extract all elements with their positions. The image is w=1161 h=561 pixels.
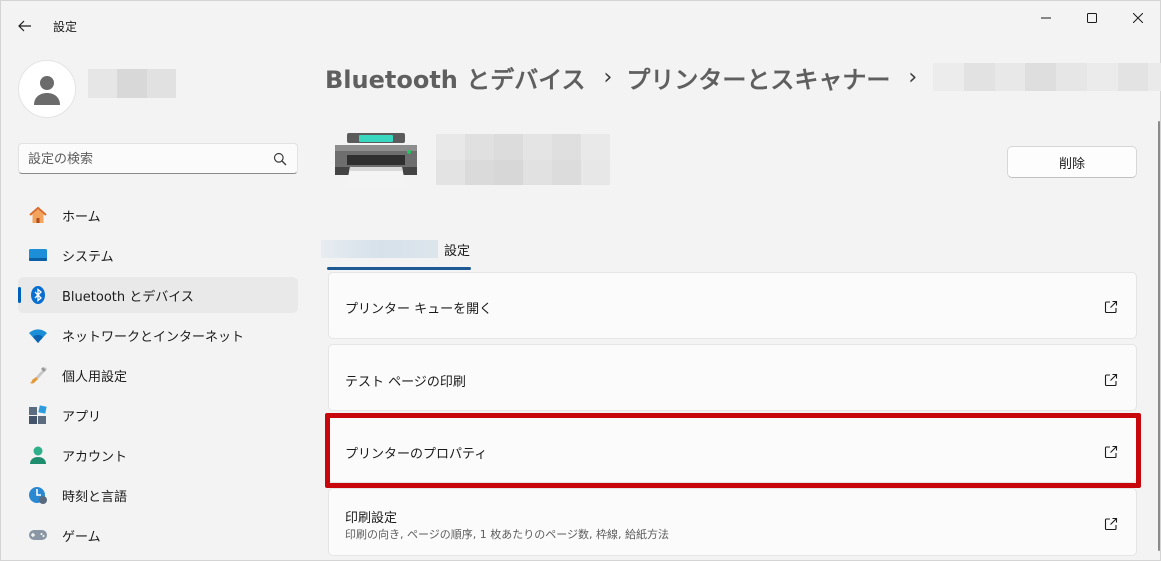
- breadcrumb: Bluetooth とデバイス › プリンターとスキャナー ›: [325, 59, 1161, 95]
- search-icon[interactable]: [273, 152, 287, 166]
- sidebar-item-home[interactable]: ホーム: [18, 197, 298, 233]
- sidebar-item-network[interactable]: ネットワークとインターネット: [18, 317, 298, 353]
- close-icon: [1133, 13, 1143, 23]
- card-title: 印刷設定: [345, 511, 398, 526]
- minimize-button[interactable]: [1023, 7, 1069, 29]
- card-description: 印刷の向き, ページの順序, 1 枚あたりのページ数, 枠線, 給紙方法: [345, 528, 670, 541]
- sidebar-item-label: アプリ: [62, 410, 102, 425]
- home-icon: [28, 205, 48, 225]
- sidebar-item-bluetooth-devices[interactable]: Bluetooth とデバイス: [18, 277, 298, 313]
- active-indicator: [18, 287, 21, 303]
- sidebar-item-label: システム: [62, 250, 114, 265]
- sidebar-item-time-language[interactable]: 時刻と言語: [18, 477, 298, 513]
- printing-preferences-card[interactable]: 印刷設定 印刷の向き, ページの順序, 1 枚あたりのページ数, 枠線, 給紙方…: [328, 488, 1137, 556]
- maximize-button[interactable]: [1069, 7, 1115, 29]
- sidebar-item-label: 個人用設定: [62, 370, 128, 385]
- time-language-icon: [28, 485, 48, 505]
- back-button[interactable]: [11, 13, 39, 39]
- account-icon: [28, 445, 48, 465]
- sidebar-item-label: ゲーム: [62, 530, 101, 545]
- tab-settings[interactable]: 設定: [444, 240, 470, 259]
- sidebar-item-accounts[interactable]: アカウント: [18, 437, 298, 473]
- external-link-icon: [1104, 300, 1118, 314]
- sidebar-item-label: アカウント: [62, 450, 128, 465]
- sidebar-item-label: ホーム: [62, 210, 101, 225]
- breadcrumb-separator: ›: [908, 64, 918, 90]
- device-name-redacted: [436, 134, 610, 185]
- sidebar-item-system[interactable]: システム: [18, 237, 298, 273]
- minimize-icon: [1041, 17, 1051, 19]
- card-title: テスト ページの印刷: [345, 375, 466, 390]
- scrollbar[interactable]: [1158, 121, 1160, 551]
- external-link-icon: [1104, 373, 1118, 387]
- app-title: 設定: [53, 20, 78, 34]
- search-box[interactable]: [18, 143, 298, 174]
- card-title: プリンターのプロパティ: [345, 447, 488, 462]
- user-avatar-icon: [34, 76, 60, 105]
- avatar[interactable]: [18, 60, 76, 118]
- search-input[interactable]: [28, 149, 268, 169]
- system-icon: [28, 245, 48, 265]
- title-bar: 設定: [1, 1, 1160, 49]
- sidebar-item-personalization[interactable]: 個人用設定: [18, 357, 298, 393]
- breadcrumb-separator: ›: [603, 64, 613, 90]
- printer-properties-card[interactable]: プリンターのプロパティ: [328, 416, 1137, 483]
- sidebar-item-gaming[interactable]: ゲーム: [18, 517, 298, 553]
- apps-icon: [28, 405, 48, 425]
- remove-device-button[interactable]: 削除: [1007, 146, 1137, 178]
- maximize-icon: [1087, 13, 1097, 23]
- tab-label-redacted: [321, 240, 438, 258]
- external-link-icon: [1104, 517, 1118, 531]
- printer-icon: [333, 131, 419, 189]
- open-print-queue-card[interactable]: プリンター キューを開く: [328, 272, 1137, 339]
- card-title: プリンター キューを開く: [345, 302, 493, 317]
- tab-active-indicator: [327, 267, 471, 270]
- wifi-icon: [28, 325, 48, 345]
- sidebar-item-label: 時刻と言語: [62, 490, 128, 505]
- back-arrow-icon: [18, 20, 31, 32]
- close-button[interactable]: [1115, 7, 1161, 29]
- sidebar-item-label: Bluetooth とデバイス: [62, 290, 194, 305]
- breadcrumb-item-bluetooth-devices[interactable]: Bluetooth とデバイス: [325, 60, 586, 95]
- external-link-icon: [1104, 445, 1118, 459]
- print-test-page-card[interactable]: テスト ページの印刷: [328, 344, 1137, 411]
- user-name-redacted: [88, 69, 176, 98]
- bluetooth-icon: [28, 285, 48, 305]
- breadcrumb-item-printers-scanners[interactable]: プリンターとスキャナー: [626, 60, 890, 95]
- sidebar-item-apps[interactable]: アプリ: [18, 397, 298, 433]
- breadcrumb-device-name-redacted: [933, 63, 1161, 91]
- sidebar-item-label: ネットワークとインターネット: [62, 330, 245, 345]
- brush-icon: [28, 365, 48, 385]
- settings-window: 設定 ホーム システム: [0, 0, 1161, 561]
- gamepad-icon: [28, 525, 48, 545]
